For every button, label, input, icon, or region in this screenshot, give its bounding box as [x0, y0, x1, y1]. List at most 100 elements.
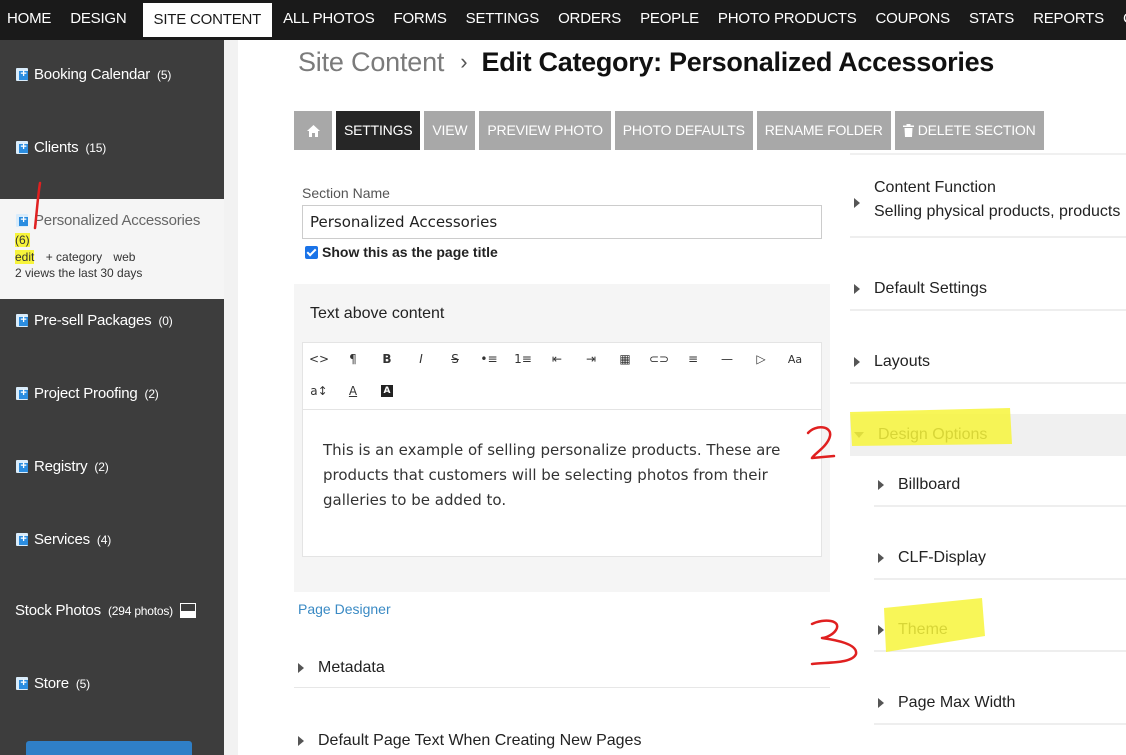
content-function-value: Selling physical products, products — [874, 203, 1121, 220]
caret-right-icon — [854, 198, 860, 208]
link-icon[interactable]: ⊂⊃ — [648, 349, 670, 369]
nav-orders[interactable]: ORDERS — [551, 0, 633, 40]
sidebar-item-label: Stock Photos — [15, 602, 101, 619]
code-view-icon[interactable]: <> — [308, 349, 330, 369]
content-function-section[interactable]: Content Function Selling physical produc… — [850, 179, 1126, 238]
sidebar-item-label: Registry — [34, 458, 88, 475]
sidebar-item-count: (6) — [15, 233, 30, 247]
add-category-link[interactable]: + category — [46, 250, 102, 264]
caret-right-icon — [298, 662, 304, 673]
nav-home[interactable]: HOME — [0, 0, 63, 40]
page-max-width-section[interactable]: Page Max Width — [874, 683, 1126, 725]
content-function-title: Content Function — [874, 179, 996, 196]
section-title: Theme — [898, 621, 948, 638]
caret-right-icon — [878, 625, 884, 635]
sidebar-item-clients[interactable]: + Clients (15) — [0, 139, 224, 156]
section-title: Metadata — [318, 658, 385, 676]
nav-photo-products[interactable]: PHOTO PRODUCTS — [711, 0, 869, 40]
italic-icon[interactable]: I — [410, 349, 432, 369]
numbered-list-icon[interactable]: 1≡ — [512, 349, 534, 369]
caret-right-icon — [878, 553, 884, 563]
text-above-content-panel: Text above content <> ¶ B I S •≡ 1≡ ⇤ ⇥ … — [294, 284, 830, 592]
strikethrough-icon[interactable]: S — [444, 349, 466, 369]
rich-text-editor[interactable]: This is an example of selling personaliz… — [302, 409, 822, 557]
nav-people[interactable]: PEOPLE — [633, 0, 711, 40]
sidebar-item-count: (15) — [85, 140, 106, 155]
sidebar-item-project-proofing[interactable]: + Project Proofing (2) — [0, 385, 224, 402]
annotation-1-text: 1 — [30, 190, 31, 191]
nav-coupons[interactable]: COUPONS — [869, 0, 962, 40]
sidebar-item-personalized-accessories[interactable]: + Personalized Accessories (6) edit + cat… — [0, 199, 224, 299]
annotation-2-text: 2 — [815, 440, 816, 441]
nav-design[interactable]: DESIGN — [63, 0, 138, 40]
design-options-section[interactable]: Design Options — [850, 414, 1126, 456]
section-title: Default Settings — [874, 280, 987, 297]
trash-icon — [902, 124, 914, 137]
document-add-icon: + — [16, 141, 28, 154]
align-icon[interactable]: ≡ — [682, 349, 704, 369]
table-icon[interactable]: ▦ — [614, 349, 636, 369]
default-settings-section[interactable]: Default Settings — [850, 269, 1126, 311]
delete-section-button[interactable]: DELETE SECTION — [894, 111, 1044, 150]
nav-reports[interactable]: REPORTS — [1026, 0, 1116, 40]
edit-link[interactable]: edit — [15, 250, 35, 264]
document-add-icon: + — [16, 677, 28, 690]
nav-stats[interactable]: STATS — [962, 0, 1026, 40]
document-add-icon: + — [16, 68, 28, 81]
sidebar-item-count: (5) — [157, 67, 172, 82]
photo-defaults-button[interactable]: PHOTO DEFAULTS — [614, 111, 753, 150]
document-add-icon: + — [16, 214, 28, 227]
breadcrumb-parent[interactable]: Site Content — [298, 47, 444, 78]
default-page-text-section[interactable]: Default Page Text When Creating New Page… — [294, 721, 830, 755]
sidebar-item-store[interactable]: + Store (5) — [0, 675, 224, 692]
nav-site-content[interactable]: SITE CONTENT — [142, 3, 273, 37]
view-button[interactable]: VIEW — [424, 111, 476, 150]
theme-section[interactable]: Theme — [874, 610, 1126, 652]
page-title: Edit Category: Personalized Accessories — [481, 46, 995, 77]
paragraph-icon[interactable]: ¶ — [342, 349, 364, 369]
web-link[interactable]: web — [113, 250, 135, 264]
outdent-icon[interactable]: ⇤ — [546, 349, 568, 369]
home-button[interactable] — [294, 111, 332, 150]
page-designer-link[interactable]: Page Designer — [298, 601, 391, 617]
sidebar-item-stock-photos[interactable]: Stock Photos (294 photos) — [0, 602, 224, 619]
metadata-section[interactable]: Metadata — [294, 648, 830, 688]
sidebar-item-registry[interactable]: + Registry (2) — [0, 458, 224, 475]
show-title-row[interactable]: Show this as the page title — [305, 244, 498, 260]
bulleted-list-icon[interactable]: •≡ — [478, 349, 500, 369]
nav-calendar[interactable]: CALENDAR — [1116, 0, 1126, 40]
section-title: Layouts — [874, 353, 931, 370]
section-title: CLF-Display — [898, 549, 987, 566]
font-size-icon[interactable]: Aa — [784, 349, 806, 369]
section-title: Page Max Width — [898, 694, 1016, 711]
sidebar-action-button[interactable] — [26, 741, 192, 755]
sidebar-item-pre-sell-packages[interactable]: + Pre-sell Packages (0) — [0, 312, 224, 329]
horizontal-rule-icon[interactable]: — — [716, 349, 738, 369]
bold-icon[interactable]: B — [376, 349, 398, 369]
indent-icon[interactable]: ⇥ — [580, 349, 602, 369]
preview-photo-button[interactable]: PREVIEW PHOTO — [479, 111, 611, 150]
section-title: Default Page Text When Creating New Page… — [318, 732, 642, 749]
caret-down-icon — [854, 432, 864, 438]
line-height-icon[interactable]: a↕ — [308, 381, 330, 401]
billboard-section[interactable]: Billboard — [874, 465, 1126, 507]
nav-all-photos[interactable]: ALL PHOTOS — [276, 0, 386, 40]
editor-toolbar: <> ¶ B I S •≡ 1≡ ⇤ ⇥ ▦ ⊂⊃ ≡ — ▷ Aa a↕ A … — [302, 342, 822, 410]
show-title-checkbox[interactable] — [305, 245, 318, 259]
settings-tab[interactable]: SETTINGS — [336, 111, 421, 150]
text-color-icon[interactable]: A — [342, 381, 364, 401]
caret-right-icon — [854, 357, 860, 367]
section-name-label: Section Name — [302, 185, 390, 201]
section-title: Design Options — [878, 426, 988, 443]
layouts-section[interactable]: Layouts — [850, 342, 1126, 384]
nav-settings[interactable]: SETTINGS — [459, 0, 551, 40]
clf-display-section[interactable]: CLF-Display — [874, 538, 1126, 580]
section-name-input[interactable] — [302, 205, 822, 239]
caret-right-icon — [878, 480, 884, 490]
sidebar-item-booking-calendar[interactable]: + Booking Calendar (5) — [0, 66, 224, 83]
rename-folder-button[interactable]: RENAME FOLDER — [756, 111, 891, 150]
nav-forms[interactable]: FORMS — [387, 0, 459, 40]
sidebar-item-services[interactable]: + Services (4) — [0, 531, 224, 548]
video-icon[interactable]: ▷ — [750, 349, 772, 369]
background-color-icon[interactable]: A — [376, 381, 398, 401]
